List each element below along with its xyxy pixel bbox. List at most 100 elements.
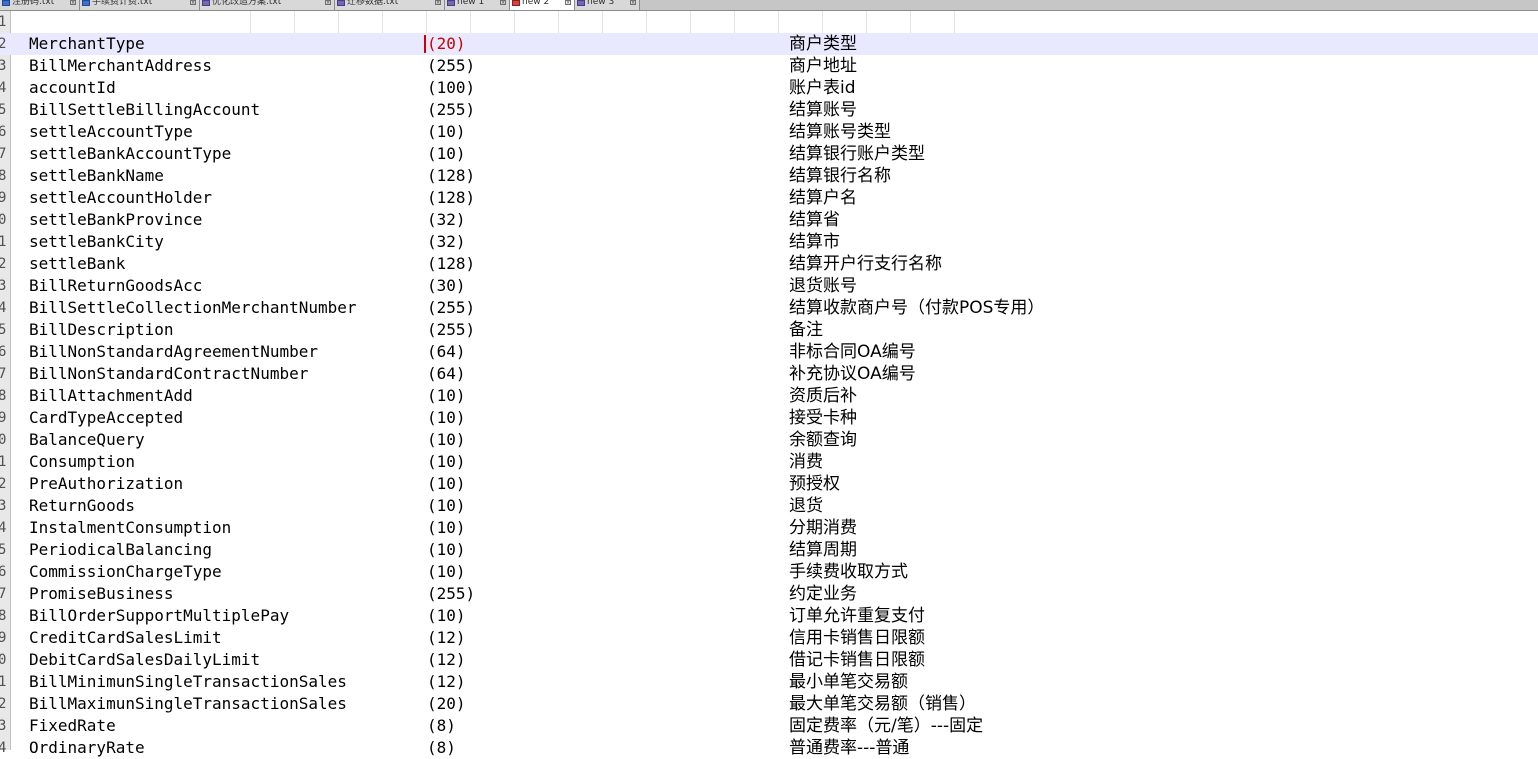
tab-6[interactable]: new 2 × — [510, 0, 575, 10]
text-line[interactable]: 2 MerchantType (20) 商户类型 — [0, 33, 1538, 55]
field-size: (32) — [427, 232, 466, 251]
text-line[interactable]: 8 BillAttachmentAdd (10) 资质后补 — [0, 385, 1538, 407]
field-name: BillAttachmentAdd — [29, 386, 193, 405]
text-line[interactable]: 0 BalanceQuery (10) 余额查询 — [0, 429, 1538, 451]
tab-3[interactable]: 优化改造方案.txt × — [200, 0, 335, 10]
tab-5[interactable]: new 1 × — [445, 0, 510, 10]
field-name: DebitCardSalesDailyLimit — [29, 650, 261, 669]
text-line[interactable]: 6 settleAccountType (10) 结算账号类型 — [0, 121, 1538, 143]
text-line[interactable]: 9 CardTypeAccepted (10) 接受卡种 — [0, 407, 1538, 429]
field-name: settleBankProvince — [29, 210, 203, 229]
line-number: 8 — [0, 168, 7, 184]
text-line[interactable]: 2 PreAuthorization (10) 预授权 — [0, 473, 1538, 495]
line-number: 0 — [0, 652, 7, 668]
text-caret — [424, 35, 426, 53]
text-line[interactable]: 0 settleBankProvince (32) 结算省 — [0, 209, 1538, 231]
line-number: 1 — [0, 674, 7, 690]
text-line[interactable]: 4 OrdinaryRate (8) 普通费率---普通 — [0, 737, 1538, 759]
field-name: PreAuthorization — [29, 474, 184, 493]
text-line[interactable]: 7 settleBankAccountType (10) 结算银行账户类型 — [0, 143, 1538, 165]
tab-close-icon[interactable]: × — [190, 0, 196, 6]
field-name: BillSettleCollectionMerchantNumber — [29, 298, 357, 317]
text-line[interactable]: 5 BillSettleBillingAccount (255) 结算账号 — [0, 99, 1538, 121]
field-name: PromiseBusiness — [29, 584, 174, 603]
field-description: 预授权 — [789, 474, 840, 494]
text-line[interactable]: 6 CommissionChargeType (10) 手续费收取方式 — [0, 561, 1538, 583]
field-size: (255) — [427, 56, 476, 75]
text-line[interactable]: 3 BillReturnGoodsAcc (30) 退货账号 — [0, 275, 1538, 297]
line-number: 9 — [0, 630, 7, 646]
tab-7[interactable]: new 3 × — [575, 0, 640, 10]
text-line[interactable]: 1 BillMinimunSingleTransactionSales (12) 最小… — [0, 671, 1538, 693]
field-name: BillMaximunSingleTransactionSales — [29, 694, 347, 713]
text-line[interactable]: 7 PromiseBusiness (255) 约定业务 — [0, 583, 1538, 605]
text-line[interactable]: 9 CreditCardSalesLimit (12) 信用卡销售日限额 — [0, 627, 1538, 649]
field-size: (128) — [427, 254, 476, 273]
text-line[interactable]: 2 settleBank (128) 结算开户行支行名称 — [0, 253, 1538, 275]
field-description: 订单允许重复支付 — [789, 606, 925, 626]
field-size: (64) — [427, 364, 466, 383]
field-description: 手续费收取方式 — [789, 562, 908, 582]
field-size: (255) — [427, 298, 476, 317]
tab-4[interactable]: 迁移数据.txt × — [335, 0, 445, 10]
field-size: (10) — [427, 430, 466, 449]
field-description: 账户表id — [789, 78, 856, 98]
field-size: (10) — [427, 518, 466, 537]
text-line[interactable]: 8 BillOrderSupportMultiplePay (10) 订单允许重复支付 — [0, 605, 1538, 627]
text-line[interactable]: 3 BillMerchantAddress (255) 商户地址 — [0, 55, 1538, 77]
field-name: OrdinaryRate — [29, 738, 145, 757]
text-line[interactable]: 0 DebitCardSalesDailyLimit (12) 借记卡销售日限额 — [0, 649, 1538, 671]
tab-close-icon[interactable]: × — [630, 0, 636, 6]
line-number: 8 — [0, 608, 7, 624]
tab-close-icon[interactable]: × — [565, 0, 571, 6]
tab-bar: 注册码.txt × 手续费计费.txt × 优化改造方案.txt × 迁移数据.txt × ne… — [0, 0, 1538, 11]
field-description: 接受卡种 — [789, 408, 857, 428]
text-line[interactable]: 4 accountId (100) 账户表id — [0, 77, 1538, 99]
text-line[interactable]: 3 ReturnGoods (10) 退货 — [0, 495, 1538, 517]
field-size: (10) — [427, 386, 466, 405]
text-line[interactable]: 9 settleAccountHolder (128) 结算户名 — [0, 187, 1538, 209]
field-description: 非标合同OA编号 — [789, 342, 916, 362]
field-description: 结算银行账户类型 — [789, 144, 925, 164]
line-number: 9 — [0, 410, 7, 426]
text-line[interactable]: 5 BillDescription (255) 备注 — [0, 319, 1538, 341]
text-line[interactable]: 6 BillNonStandardAgreementNumber (64) 非标合同O… — [0, 341, 1538, 363]
editor-area[interactable]: 1 2 MerchantType (20) 商户类型 3 BillMerchantAddre… — [0, 11, 1538, 758]
field-name: BillReturnGoodsAcc — [29, 276, 203, 295]
line-number: 6 — [0, 344, 7, 360]
text-line[interactable]: 5 PeriodicalBalancing (10) 结算周期 — [0, 539, 1538, 561]
line-number: 5 — [0, 102, 7, 118]
tab-close-icon[interactable]: × — [325, 0, 331, 6]
field-size: (10) — [427, 408, 466, 427]
field-name: MerchantType — [29, 34, 145, 53]
field-size: (255) — [427, 584, 476, 603]
file-red-icon — [512, 0, 520, 6]
text-line[interactable]: 3 FixedRate (8) 固定费率（元/笔）---固定 — [0, 715, 1538, 737]
field-name: Consumption — [29, 452, 135, 471]
text-line[interactable]: 4 BillSettleCollectionMerchantNumber (255)… — [0, 297, 1538, 319]
tab-close-icon[interactable]: × — [70, 0, 76, 6]
field-description: 商户类型 — [789, 34, 857, 54]
field-description: 结算省 — [789, 210, 840, 230]
text-line[interactable]: 4 InstalmentConsumption (10) 分期消费 — [0, 517, 1538, 539]
field-name: FixedRate — [29, 716, 116, 735]
tab-label: 注册码.txt — [12, 0, 55, 7]
text-line[interactable]: 2 BillMaximunSingleTransactionSales (20) 最大… — [0, 693, 1538, 715]
line-number: 1 — [0, 454, 7, 470]
field-size: (255) — [427, 320, 476, 339]
text-line[interactable]: 1 Consumption (10) 消费 — [0, 451, 1538, 473]
text-line[interactable]: 7 BillNonStandardContractNumber (64) 补充协议OA… — [0, 363, 1538, 385]
text-line[interactable]: 1 settleBankCity (32) 结算市 — [0, 231, 1538, 253]
tab-close-icon[interactable]: × — [500, 0, 506, 6]
text-line[interactable]: 1 — [0, 11, 1538, 33]
field-name: CommissionChargeType — [29, 562, 222, 581]
field-description: 结算市 — [789, 232, 840, 252]
file-purple-icon — [202, 0, 210, 6]
line-number: 5 — [0, 322, 7, 338]
tab-2[interactable]: 手续费计费.txt × — [80, 0, 200, 10]
tab-close-icon[interactable]: × — [435, 0, 441, 6]
field-size: (10) — [427, 540, 466, 559]
text-line[interactable]: 8 settleBankName (128) 结算银行名称 — [0, 165, 1538, 187]
field-name: settleBankCity — [29, 232, 164, 251]
tab-1[interactable]: 注册码.txt × — [0, 0, 80, 10]
